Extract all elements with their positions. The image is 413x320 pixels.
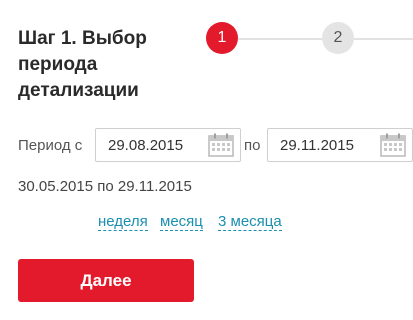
calendar-icon[interactable] [208, 133, 234, 157]
next-button[interactable]: Далее [18, 259, 194, 302]
period-row: Период с 29.08.2015 по 29.11.2015 [0, 128, 413, 162]
period-from-label: Период с [18, 137, 83, 154]
page-title: Шаг 1. Выбор периода детализации [18, 28, 147, 101]
step-1-indicator: 1 [206, 22, 238, 54]
link-week[interactable]: неделя [98, 213, 148, 231]
step-connector [238, 38, 322, 40]
link-3-months[interactable]: 3 месяца [218, 213, 282, 231]
period-to-label: по [244, 137, 261, 154]
step-2-indicator: 2 [322, 22, 354, 54]
step-connector-tail [354, 38, 413, 40]
selected-range-text: 30.05.2015 по 29.11.2015 [18, 178, 192, 195]
calendar-icon[interactable] [380, 133, 406, 157]
date-from-value: 29.08.2015 [108, 137, 184, 154]
date-from-field[interactable]: 29.08.2015 [95, 128, 241, 162]
link-month[interactable]: месяц [160, 213, 203, 231]
date-to-value: 29.11.2015 [280, 137, 354, 154]
date-to-field[interactable]: 29.11.2015 [267, 128, 413, 162]
